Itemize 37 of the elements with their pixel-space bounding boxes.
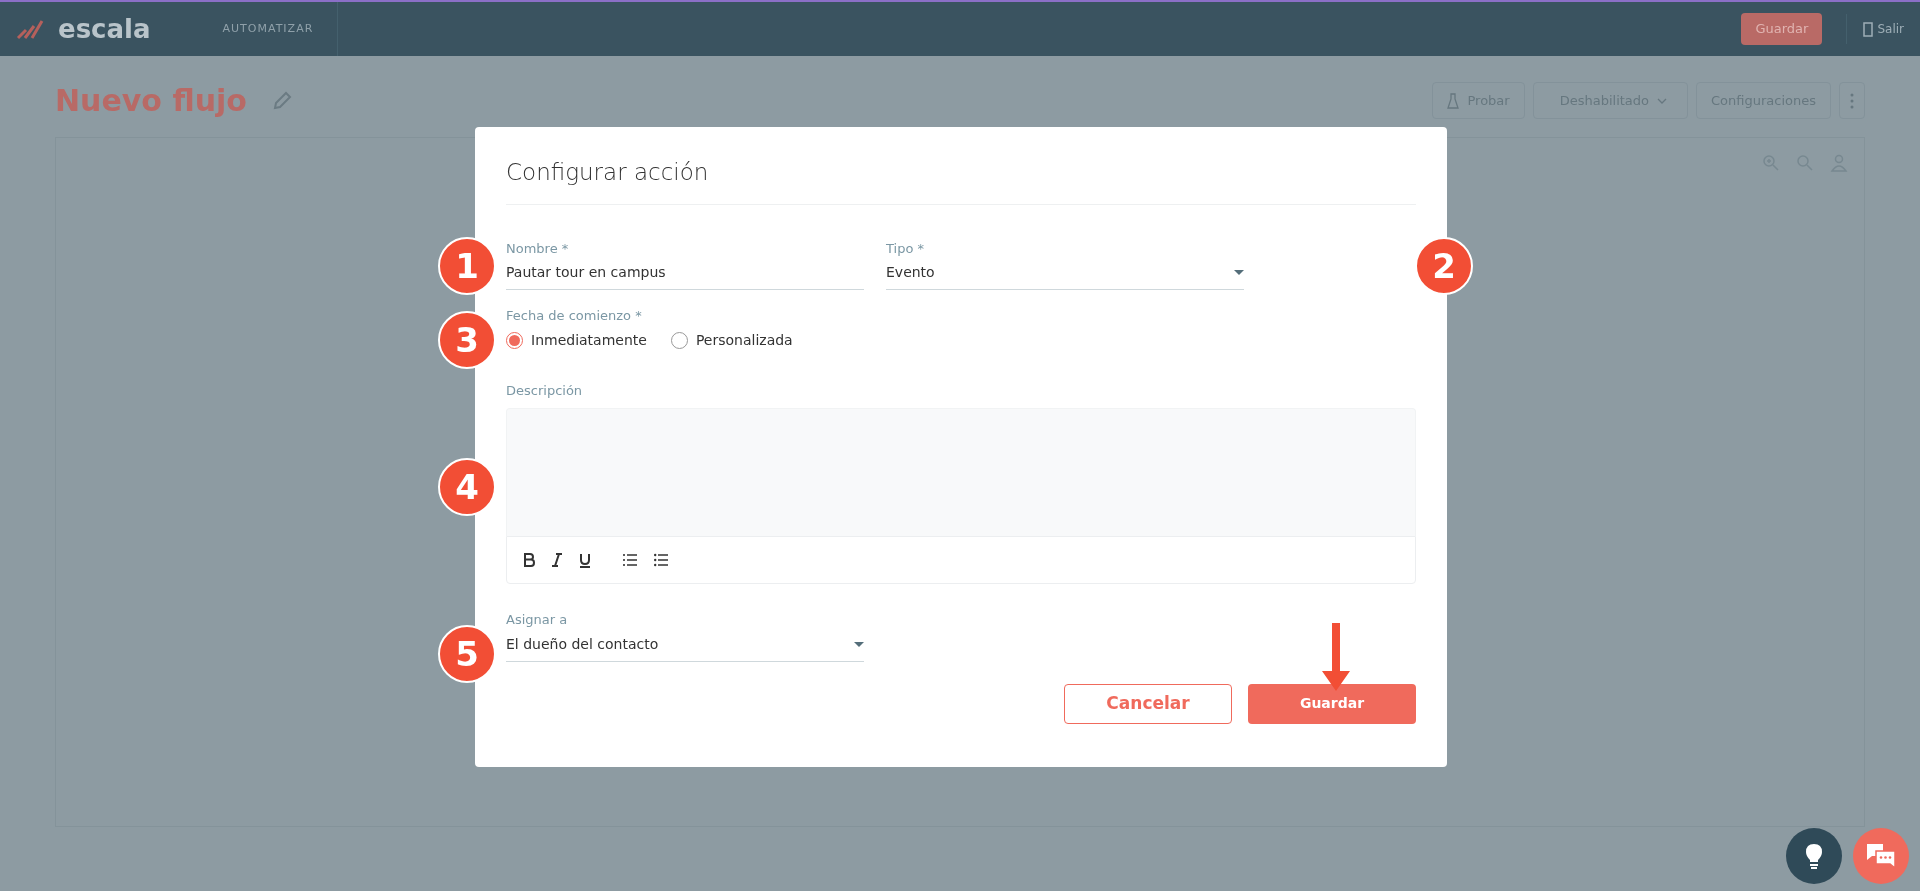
italic-icon[interactable] xyxy=(551,553,563,567)
bullet-list-icon[interactable] xyxy=(654,553,669,567)
radio-label: Inmediatamente xyxy=(531,330,647,350)
field-label: Descripción xyxy=(506,381,584,400)
door-icon xyxy=(1863,21,1874,37)
kebab-icon xyxy=(1850,92,1854,109)
bold-icon[interactable] xyxy=(523,553,535,567)
step-number: 1 xyxy=(438,237,496,295)
chevron-down-icon xyxy=(1657,97,1667,104)
chat-icon xyxy=(1866,843,1896,869)
nav-item[interactable]: AUTOMATIZAR xyxy=(222,20,314,38)
type-select[interactable]: Evento xyxy=(886,260,1244,290)
step-number: 5 xyxy=(438,625,496,683)
flask-icon xyxy=(1447,92,1460,109)
field-label: Fecha de comienzo * xyxy=(506,307,643,325)
cancel-button[interactable]: Cancelar xyxy=(1064,683,1232,724)
step-number: 2 xyxy=(1415,237,1473,295)
underline-icon[interactable] xyxy=(579,552,591,568)
exit-link[interactable]: Salir xyxy=(1877,20,1904,38)
field-label: Nombre * xyxy=(506,239,570,258)
assign-select[interactable]: El dueño del contacto xyxy=(506,631,864,662)
modal-title: Configurar acción xyxy=(506,159,709,185)
lightbulb-button[interactable] xyxy=(1786,828,1842,884)
name-input[interactable]: Pautar tour en campus xyxy=(506,260,864,290)
chat-button[interactable] xyxy=(1853,828,1909,884)
page-title: Nuevo flujo xyxy=(55,82,247,120)
step-number: 4 xyxy=(438,458,496,516)
lightbulb-icon xyxy=(1805,843,1823,869)
step-number: 3 xyxy=(438,311,496,369)
logo-text: escala xyxy=(58,12,151,46)
radio-label: Personalizada xyxy=(695,330,793,350)
numbered-list-icon[interactable] xyxy=(623,553,638,567)
save-button[interactable]: Guardar xyxy=(1248,683,1416,724)
field-label: Tipo * xyxy=(886,239,925,258)
field-label: Asignar a xyxy=(506,611,569,629)
save-button[interactable]: Guardar xyxy=(1741,13,1823,45)
arrow-icon xyxy=(1322,623,1350,691)
